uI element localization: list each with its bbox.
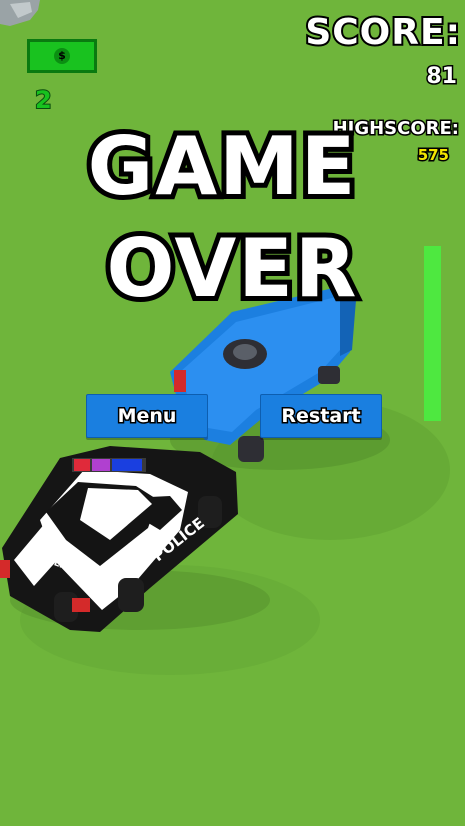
- money-icon: $: [27, 39, 97, 73]
- dollar-icon: $: [54, 48, 70, 64]
- power-bar: [424, 246, 441, 421]
- menu-button[interactable]: Menu: [86, 394, 208, 438]
- restart-button[interactable]: Restart: [260, 394, 382, 438]
- score-label: SCORE:: [303, 10, 462, 55]
- game-over-title-line1: GAME: [83, 115, 361, 218]
- game-over-title-line2: OVER: [101, 217, 361, 320]
- score-value: 81: [425, 63, 459, 91]
- money-count: 2: [34, 85, 53, 115]
